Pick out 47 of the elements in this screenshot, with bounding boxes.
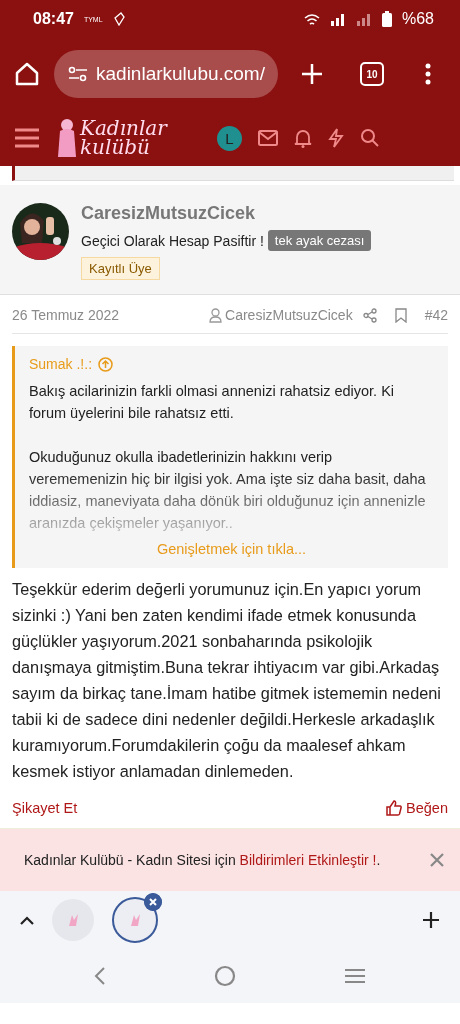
like-link[interactable]: Beğen xyxy=(406,800,448,816)
enable-notifications-link[interactable]: Bildirimleri Etkinleştir ! xyxy=(239,852,377,868)
quote-paragraph: Okuduğunuz okulla ibadetlerinizin hakkını verip verememenizin hiç bir ilgisi yok. Ama işte siz daha basit, daha iddiasiz, maneviyata daha dönük biri olduğunuz için annenizle aranızda çekişmeler yaşanıyor.. xyxy=(29,448,427,533)
post-date[interactable]: 26 Temmuz 2022 xyxy=(12,307,120,323)
post-body: Teşekkür ederim değerli yorumunuz için.En yapıcı yorum sizinki :) Yani ben zaten kendimi ifade etmek konusunda güçlükler yaşıyorum.2021 sonbaharında psikolojik danışmaya gitmiştim.Buna tekrar ihtiyacım var gibi.Arkadaş sayım da birkaç tane.İmam hatibe gitmek istememin nedeni tabii ki de sadece dini nedenler değildi.Herkesle arkadaşlık kuramıyorum.Forumdakilerin çoğu da maalesef ahkam kesmek istiyor anlamadan dinlemeden. xyxy=(12,579,442,782)
post-author[interactable]: CaresizMutsuzCicek xyxy=(225,307,353,323)
close-icon[interactable] xyxy=(144,893,162,911)
report-link[interactable]: Şikayet Et xyxy=(12,800,78,816)
user-avatar[interactable]: L xyxy=(216,125,242,151)
expand-link[interactable]: Genişletmek için tıkla... xyxy=(29,540,434,558)
url-text: kadinlarkulubu.com/ xyxy=(96,63,265,85)
bookmark-icon[interactable] xyxy=(394,307,407,323)
user-title-tag: Kayıtlı Üye xyxy=(81,257,160,280)
more-icon[interactable] xyxy=(424,62,432,86)
location-icon xyxy=(112,12,125,26)
site-settings-icon[interactable] xyxy=(68,66,88,82)
user-icon xyxy=(209,307,223,323)
share-icon[interactable] xyxy=(362,307,377,323)
quote-author[interactable]: Sumak .!.: xyxy=(29,356,93,372)
battery-icon xyxy=(381,11,392,27)
battery-percent: %68 xyxy=(401,10,434,28)
menu-icon[interactable] xyxy=(14,127,40,149)
banner-tag: tek ayak cezası xyxy=(267,230,372,251)
recent-apps-icon[interactable] xyxy=(344,968,366,984)
arrow-up-icon[interactable] xyxy=(98,356,114,372)
quote-paragraph: Bakış acilarinizin farkli olmasi annenizi rahatsiz ediyor. Ki forum üyelerini bile rahatsız etti. xyxy=(29,382,396,423)
search-icon[interactable] xyxy=(359,128,380,148)
wifi-icon xyxy=(303,12,320,26)
lightning-icon[interactable] xyxy=(327,128,344,148)
back-icon[interactable] xyxy=(94,966,106,986)
user-status: Geçici Olarak Hesap Pasiftir ! xyxy=(81,232,264,249)
author-name[interactable]: CaresizMutsuzCicek xyxy=(81,203,372,224)
close-icon[interactable] xyxy=(430,853,444,867)
bell-icon[interactable] xyxy=(293,128,312,148)
tab-count-button[interactable]: 10 xyxy=(360,62,384,86)
thumbs-up-icon[interactable] xyxy=(386,800,403,816)
signal-icon xyxy=(329,12,346,26)
chevron-up-icon[interactable] xyxy=(20,915,34,925)
address-bar[interactable]: kadinlarkulubu.com/ xyxy=(54,50,278,98)
notice-text: Kadınlar Kulübü - Kadın Sitesi için Bildirimleri Etkinleştir !. xyxy=(24,852,382,868)
clock-time: 08:47 xyxy=(33,10,74,28)
signal-icon xyxy=(355,12,372,26)
mail-icon[interactable] xyxy=(257,130,278,146)
plus-icon[interactable] xyxy=(422,911,440,929)
site-logo-text[interactable]: Kadınlar kulübü xyxy=(80,119,167,157)
woman-figure-icon xyxy=(56,117,78,159)
post-number[interactable]: #42 xyxy=(424,307,448,323)
